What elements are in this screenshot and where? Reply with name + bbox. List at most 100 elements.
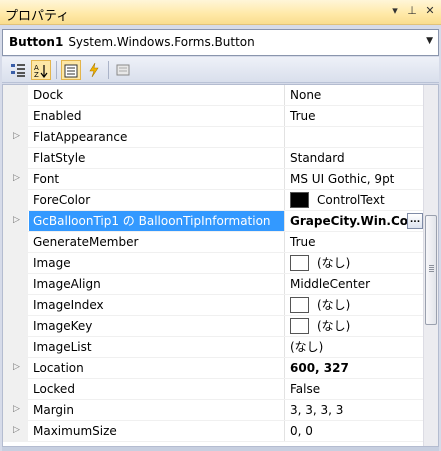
property-name[interactable]: FlatAppearance xyxy=(29,127,285,147)
property-value-text: GrapeCity.Win.Com xyxy=(290,214,421,228)
property-value[interactable]: (なし) xyxy=(286,295,425,315)
property-name[interactable]: Margin xyxy=(29,400,285,420)
row-gutter xyxy=(3,337,28,358)
row-gutter xyxy=(3,148,28,169)
property-value-text: (なし) xyxy=(317,298,351,312)
property-value[interactable]: (なし) xyxy=(286,253,425,273)
events-button[interactable] xyxy=(84,60,104,80)
property-row[interactable]: GenerateMember True xyxy=(3,232,425,253)
property-value[interactable]: True xyxy=(286,232,425,252)
property-name[interactable]: ImageAlign xyxy=(29,274,285,294)
object-selector[interactable]: Button1 System.Windows.Forms.Button ▼ xyxy=(2,29,439,56)
sort-az-icon: A Z xyxy=(34,64,48,78)
property-row[interactable]: Image (なし) xyxy=(3,253,425,274)
color-swatch xyxy=(290,296,309,313)
property-value[interactable]: (なし) xyxy=(286,316,425,336)
property-value[interactable]: Standard xyxy=(286,148,425,168)
property-value-text: (なし) xyxy=(317,319,351,333)
property-row[interactable]: ForeColor ControlText xyxy=(3,190,425,211)
property-name[interactable]: Enabled xyxy=(29,106,285,126)
property-value[interactable]: 600, 327 xyxy=(286,358,425,378)
property-row[interactable]: ▷ Location 600, 327 xyxy=(3,358,425,379)
property-name[interactable]: ImageIndex xyxy=(29,295,285,315)
window-title: プロパティ xyxy=(5,9,70,24)
property-value[interactable] xyxy=(286,127,425,147)
property-value[interactable]: None xyxy=(286,85,425,105)
property-value-text: (なし) xyxy=(317,256,351,270)
property-value-text: 0, 0 xyxy=(290,424,313,438)
chevron-down-icon[interactable]: ▼ xyxy=(426,36,433,46)
property-name[interactable]: Location xyxy=(29,358,285,378)
property-row[interactable]: ImageKey (なし) xyxy=(3,316,425,337)
property-value-text: True xyxy=(290,109,316,123)
property-name[interactable]: MaximumSize xyxy=(29,421,285,441)
categorized-button[interactable] xyxy=(8,60,28,80)
property-row[interactable]: ▷ Margin 3, 3, 3, 3 xyxy=(3,400,425,421)
ellipsis-button[interactable]: ... xyxy=(407,213,423,229)
close-icon[interactable]: ✕ xyxy=(423,4,437,20)
property-name[interactable]: ImageKey xyxy=(29,316,285,336)
row-gutter: ▷ xyxy=(3,400,28,421)
property-row[interactable]: FlatStyle Standard xyxy=(3,148,425,169)
property-value-text: MiddleCenter xyxy=(290,277,371,291)
expand-icon[interactable]: ▷ xyxy=(13,425,20,435)
property-row[interactable]: ImageList (なし) xyxy=(3,337,425,358)
property-row[interactable]: ▷ FlatAppearance xyxy=(3,127,425,148)
window-dropdown-icon[interactable]: ▾ xyxy=(388,4,402,20)
scrollbar-thumb[interactable] xyxy=(425,215,437,325)
row-gutter: ▷ xyxy=(3,169,28,190)
property-value[interactable]: GrapeCity.Win.Com... xyxy=(286,211,425,231)
property-name[interactable]: Dock xyxy=(29,85,285,105)
property-value[interactable]: 0, 0 xyxy=(286,421,425,441)
property-name[interactable]: ForeColor xyxy=(29,190,285,210)
row-gutter: ▷ xyxy=(3,421,28,442)
expand-icon[interactable]: ▷ xyxy=(13,131,20,141)
expand-icon[interactable]: ▷ xyxy=(13,173,20,183)
property-value-text: True xyxy=(290,235,316,249)
property-value[interactable]: MS UI Gothic, 9pt xyxy=(286,169,425,189)
property-value-text: None xyxy=(290,88,322,102)
properties-button[interactable] xyxy=(61,60,81,80)
pin-icon[interactable]: ⊥ xyxy=(405,4,419,20)
property-name[interactable]: GenerateMember xyxy=(29,232,285,252)
property-row[interactable]: Enabled True xyxy=(3,106,425,127)
property-name[interactable]: Font xyxy=(29,169,285,189)
property-name[interactable]: ImageList xyxy=(29,337,285,357)
object-name: Button1 xyxy=(9,35,64,49)
property-row[interactable]: ▷ MaximumSize 0, 0 xyxy=(3,421,425,442)
property-row[interactable]: ImageAlign MiddleCenter xyxy=(3,274,425,295)
property-value-text: False xyxy=(290,382,321,396)
property-value[interactable]: False xyxy=(286,379,425,399)
property-value-text: Standard xyxy=(290,151,345,165)
property-value[interactable]: True xyxy=(286,106,425,126)
property-value[interactable]: 3, 3, 3, 3 xyxy=(286,400,425,420)
expand-icon[interactable]: ▷ xyxy=(13,215,20,225)
property-value[interactable]: MiddleCenter xyxy=(286,274,425,294)
property-value-text: (なし) xyxy=(290,340,324,354)
row-gutter xyxy=(3,379,28,400)
property-row[interactable]: ▷ Font MS UI Gothic, 9pt xyxy=(3,169,425,190)
property-row[interactable]: ▷ GcBalloonTip1 の BalloonTipInformation Gr… xyxy=(3,211,425,232)
alphabetical-button[interactable]: A Z xyxy=(31,60,51,80)
color-swatch xyxy=(290,254,309,271)
property-name[interactable]: FlatStyle xyxy=(29,148,285,168)
expand-icon[interactable]: ▷ xyxy=(13,404,20,414)
property-name[interactable]: GcBalloonTip1 の BalloonTipInformation xyxy=(29,211,285,231)
property-value[interactable]: ControlText xyxy=(286,190,425,210)
property-name[interactable]: Locked xyxy=(29,379,285,399)
expand-icon[interactable]: ▷ xyxy=(13,362,20,372)
row-gutter: ▷ xyxy=(3,211,28,232)
row-gutter xyxy=(3,295,28,316)
property-row[interactable]: Dock None xyxy=(3,85,425,106)
property-row[interactable]: Locked False xyxy=(3,379,425,400)
property-value[interactable]: (なし) xyxy=(286,337,425,357)
property-name[interactable]: Image xyxy=(29,253,285,273)
property-grid[interactable]: Dock None Enabled True ▷ FlatAppearance FlatSt… xyxy=(2,84,439,447)
description-splitter[interactable] xyxy=(2,447,439,451)
property-value-text: 600, 327 xyxy=(290,361,349,375)
property-pages-icon xyxy=(116,64,130,76)
property-row[interactable]: ImageIndex (なし) xyxy=(3,295,425,316)
vertical-scrollbar[interactable] xyxy=(423,85,438,446)
color-swatch xyxy=(290,317,309,334)
property-pages-button[interactable] xyxy=(113,60,133,80)
